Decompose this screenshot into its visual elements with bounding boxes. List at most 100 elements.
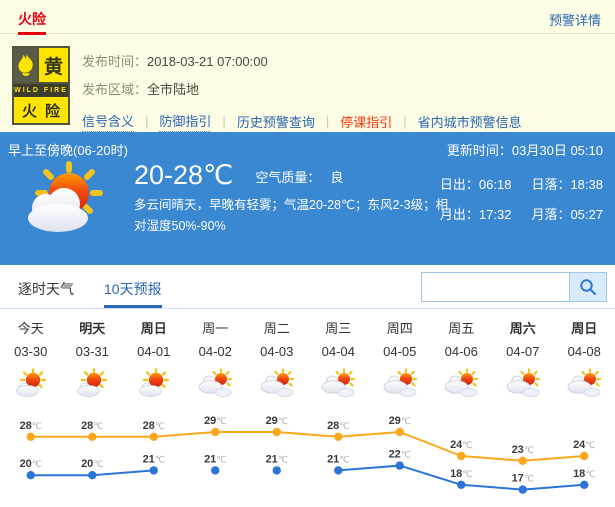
alert-link-4[interactable]: 停课指引 bbox=[340, 112, 392, 131]
tab-10day-forecast[interactable]: 10天预报 bbox=[104, 279, 162, 308]
forecast-period: 早上至傍晚(06-20时) bbox=[8, 140, 128, 159]
date-label: 04-02 bbox=[185, 344, 247, 360]
svg-text:24℃: 24℃ bbox=[573, 439, 595, 451]
sun-moon-item-1: 日出：06:18 bbox=[440, 174, 512, 193]
svg-text:18℃: 18℃ bbox=[450, 468, 472, 480]
date-label: 03-31 bbox=[62, 344, 124, 360]
forecast-column-04-02[interactable]: 周一 04-02 bbox=[185, 309, 247, 401]
svg-text:20℃: 20℃ bbox=[81, 458, 103, 470]
warning-level-character: 黄 bbox=[39, 48, 68, 82]
tab-fire-risk[interactable]: 火险 bbox=[18, 9, 46, 29]
wildfire-warning-sign-icon: 黄 WILD FIRE 火险 bbox=[12, 46, 70, 125]
forecast-column-03-30[interactable]: 今天 03-30 bbox=[0, 309, 62, 401]
link-separator: | bbox=[326, 114, 329, 129]
active-tab-underline bbox=[18, 32, 46, 35]
cloudy-weather-icon bbox=[308, 365, 370, 401]
forecast-column-04-03[interactable]: 周二04-03 bbox=[246, 309, 308, 401]
cloudy-weather-icon bbox=[246, 365, 308, 401]
publish-time-label: 发布时间： bbox=[82, 54, 147, 69]
cloudy-weather-icon bbox=[554, 365, 615, 401]
forecast-column-03-31[interactable]: 明天 03-31 bbox=[62, 309, 124, 401]
cloudy-weather-icon bbox=[492, 365, 554, 401]
svg-text:28℃: 28℃ bbox=[81, 420, 103, 432]
search-button[interactable] bbox=[569, 272, 607, 302]
publish-area-label: 发布区域： bbox=[82, 82, 147, 97]
day-label: 周四 bbox=[369, 318, 431, 334]
date-label: 04-08 bbox=[554, 344, 615, 360]
svg-text:28℃: 28℃ bbox=[20, 420, 42, 432]
current-conditions: 20-28℃ 空气质量：良 多云间晴天，早晚有轻雾；气温20-28℃；东风2-3… bbox=[134, 160, 452, 237]
forecast-column-04-06[interactable]: 周五04-06 bbox=[431, 309, 493, 401]
air-quality: 空气质量：良 bbox=[255, 167, 343, 190]
day-label: 今天 bbox=[0, 318, 62, 334]
alert-link-5[interactable]: 省内城市预警信息 bbox=[418, 112, 522, 131]
city-search-input[interactable] bbox=[421, 272, 569, 302]
warning-details-link[interactable]: 预警详情 bbox=[549, 10, 601, 29]
sunny-weather-icon bbox=[123, 365, 185, 401]
alert-info: 发布时间：2018-03-21 07:00:00 发布区域：全市陆地 信号含义 |… bbox=[82, 48, 522, 132]
alert-link-2[interactable]: 防御指引 bbox=[159, 111, 211, 132]
day-label: 周日 bbox=[123, 318, 185, 334]
current-weather-panel: 早上至傍晚(06-20时) 更新时间：03月30日 05:10 bbox=[0, 132, 615, 265]
date-label: 04-07 bbox=[492, 344, 554, 360]
link-separator: | bbox=[403, 114, 406, 129]
flame-icon bbox=[14, 48, 39, 82]
date-label: 03-30 bbox=[0, 344, 62, 360]
link-separator: | bbox=[222, 114, 225, 129]
forecast-column-04-01[interactable]: 周日 04-01 bbox=[123, 309, 185, 401]
svg-text:28℃: 28℃ bbox=[143, 420, 165, 432]
svg-text:17℃: 17℃ bbox=[512, 473, 534, 485]
svg-text:29℃: 29℃ bbox=[266, 415, 288, 427]
date-label: 04-04 bbox=[308, 344, 370, 360]
publish-time-row: 发布时间：2018-03-21 07:00:00 bbox=[82, 48, 522, 76]
day-label: 明天 bbox=[62, 318, 124, 334]
warning-sign-banner-text: WILD FIRE bbox=[14, 84, 68, 97]
svg-text:29℃: 29℃ bbox=[204, 415, 226, 427]
alert-links-row: 信号含义 | 防御指引 | 历史预警查询 | 停课指引 | 省内城市预警信息 bbox=[82, 111, 522, 132]
sunny-weather-icon bbox=[0, 365, 62, 401]
alert-link-1[interactable]: 信号含义 bbox=[82, 111, 134, 132]
svg-text:29℃: 29℃ bbox=[389, 415, 411, 427]
day-label: 周二 bbox=[246, 318, 308, 334]
day-label: 周六 bbox=[492, 318, 554, 334]
sun-moon-item-4: 月落：05:27 bbox=[531, 204, 603, 223]
forecast-column-04-08[interactable]: 周日 04-08 bbox=[554, 309, 615, 401]
svg-text:21℃: 21℃ bbox=[327, 453, 349, 465]
forecast-column-04-05[interactable]: 周四 04-05 bbox=[369, 309, 431, 401]
alert-tabbar: 火险 预警详情 bbox=[0, 0, 615, 34]
day-label: 周五 bbox=[431, 318, 493, 334]
weather-description: 多云间晴天，早晚有轻雾；气温20-28℃；东风2-3级；相对湿度50%-90% bbox=[134, 195, 452, 237]
cloudy-weather-icon bbox=[185, 365, 247, 401]
sun-moon-times: 日出：06:18 日落：18:38 月出：17:32 月落：05:27 bbox=[440, 174, 603, 223]
forecast-column-04-04[interactable]: 周三 04-04 bbox=[308, 309, 370, 401]
day-label: 周一 bbox=[185, 318, 247, 334]
sun-moon-item-3: 月出：17:32 bbox=[440, 204, 512, 223]
forecast-column-04-07[interactable]: 周六 04-07 bbox=[492, 309, 554, 401]
forecast-table: 今天 03-30明天 03-31 周日 04-01周一 04-02周二04-03周三 04-… bbox=[0, 309, 615, 401]
sun-moon-item-2: 日落：18:38 bbox=[531, 174, 603, 193]
temperature-range: 20-28℃ bbox=[134, 160, 233, 190]
link-separator: | bbox=[145, 114, 148, 129]
date-label: 04-05 bbox=[369, 344, 431, 360]
svg-text:21℃: 21℃ bbox=[266, 453, 288, 465]
svg-text:28℃: 28℃ bbox=[327, 420, 349, 432]
date-label: 04-01 bbox=[123, 344, 185, 360]
svg-text:23℃: 23℃ bbox=[512, 444, 534, 456]
publish-time-value: 2018-03-21 07:00:00 bbox=[147, 54, 268, 69]
warning-sign-type-text: 火险 bbox=[14, 97, 68, 123]
day-label: 周日 bbox=[554, 318, 615, 334]
current-weather-icon bbox=[16, 160, 116, 243]
cloudy-weather-icon bbox=[369, 365, 431, 401]
sunny-weather-icon bbox=[62, 365, 124, 401]
alert-link-3[interactable]: 历史预警查询 bbox=[237, 112, 315, 131]
search-box bbox=[421, 272, 607, 302]
forecast-panel: 逐时天气10天预报 今天03-30明天03-31周日04-01周一04-02周二… bbox=[0, 265, 615, 501]
svg-text:20℃: 20℃ bbox=[20, 458, 42, 470]
svg-text:24℃: 24℃ bbox=[450, 439, 472, 451]
svg-text:21℃: 21℃ bbox=[204, 453, 226, 465]
publish-area-row: 发布区域：全市陆地 bbox=[82, 76, 522, 104]
day-label: 周三 bbox=[308, 318, 370, 334]
svg-text:22℃: 22℃ bbox=[389, 449, 411, 461]
tab-hourly-weather[interactable]: 逐时天气 bbox=[18, 279, 74, 308]
fire-alert-panel: 火险 预警详情 黄 WILD FIRE 火险 发布时间：2018-03-21 0… bbox=[0, 0, 615, 132]
